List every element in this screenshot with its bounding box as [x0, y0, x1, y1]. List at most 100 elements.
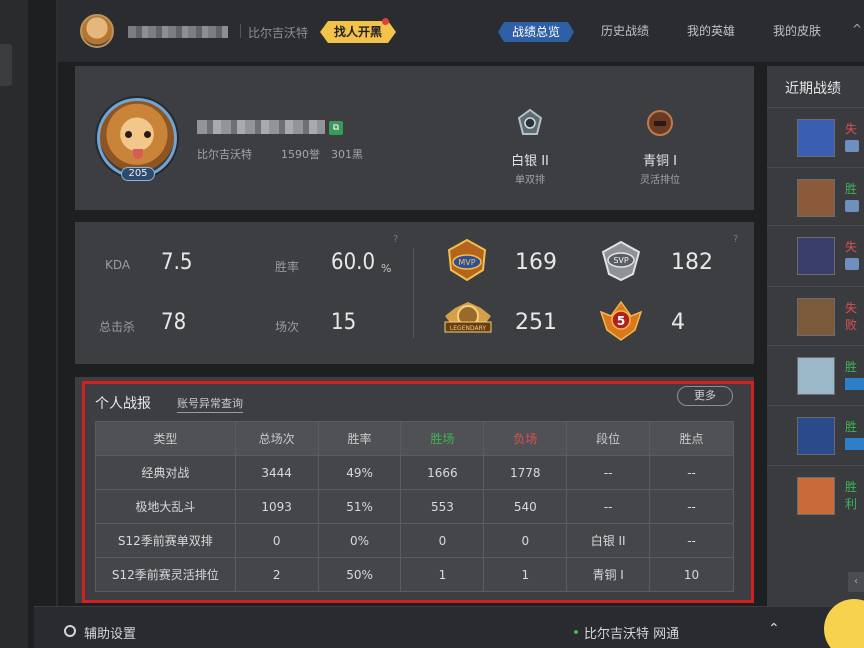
corner-button[interactable]	[824, 599, 864, 648]
frame-edge	[56, 0, 58, 648]
list-item[interactable]: 失败	[767, 286, 864, 344]
kda-label: KDA	[105, 258, 131, 272]
tab-skins[interactable]: 我的皮肤	[773, 22, 821, 39]
top-bar: 比尔吉沃特 找人开黑 战绩总览 历史战绩 我的英雄 我的皮肤 ^	[58, 0, 864, 62]
more-button[interactable]: 更多	[677, 386, 733, 406]
list-item[interactable]: 胜利	[767, 465, 864, 523]
personal-report-panel: 个人战报 账号异常查询 更多 类型 总场次 胜率 胜场 负场 段位 胜点 经典对…	[75, 377, 754, 603]
table-cell: 1093	[234, 489, 319, 524]
table-cell: 50%	[317, 557, 402, 592]
games-value: 15	[331, 310, 357, 335]
penta-count: 4	[671, 310, 685, 335]
table-cell: --	[649, 523, 734, 558]
legendary-badge-icon: LEGENDARY	[444, 302, 492, 333]
rank-solo: 白银 II 单双排	[490, 108, 570, 186]
blurred-username	[128, 26, 228, 38]
user-avatar[interactable]	[80, 14, 114, 48]
tab-history[interactable]: 历史战绩	[601, 22, 649, 39]
list-item[interactable]: 失败	[767, 225, 864, 283]
chevron-up-icon[interactable]: ⌃	[768, 621, 780, 637]
avatar-eye	[125, 131, 132, 138]
list-item[interactable]: 失败	[767, 107, 864, 165]
penta-kill-badge-text: 5	[617, 314, 625, 328]
svp-badge-text: SVP	[613, 256, 629, 265]
games-label: 场次	[275, 320, 300, 334]
penta-kill-badge-icon: 5	[599, 300, 643, 341]
account-anomaly-link[interactable]: 账号异常查询	[177, 395, 243, 413]
copy-icon[interactable]: ⧉	[329, 121, 343, 135]
mvp-badge-icon: MVP	[447, 238, 487, 282]
tab-heroes[interactable]: 我的英雄	[687, 22, 735, 39]
table-cell: 经典对战	[95, 455, 236, 490]
mvp-badge-text: MVP	[458, 258, 475, 267]
table-cell: 51%	[317, 489, 402, 524]
table-cell: S12季前赛单双排	[95, 523, 236, 558]
avatar-tongue	[133, 149, 143, 159]
recent-matches-panel: 近期战绩 失败 胜利 失败 失败 胜利 胜利 胜利	[767, 66, 864, 606]
rank-tier: 白银 II	[511, 154, 549, 169]
kills-value: 78	[161, 310, 187, 335]
report-title: 个人战报	[95, 396, 151, 412]
kda-value: 7.5	[161, 250, 193, 275]
honor-count: 1590誉	[281, 148, 320, 161]
champion-icon	[797, 119, 835, 157]
rank-tier: 青铜 I	[643, 154, 677, 169]
table-row: 极地大乱斗 1093 51% 553 540 -- --	[95, 489, 734, 524]
scroll-left-icon[interactable]: ‹	[848, 572, 864, 592]
table-cell: 青铜 I	[566, 557, 651, 592]
svp-count: 182	[671, 250, 713, 275]
assist-settings-button[interactable]: 辅助设置	[84, 623, 136, 642]
divider	[240, 24, 241, 38]
list-item[interactable]: 胜利	[767, 345, 864, 403]
table-cell: 1666	[400, 455, 485, 490]
table-cell: --	[649, 455, 734, 490]
list-item[interactable]: 胜利	[767, 167, 864, 225]
legendary-badge-text: LEGENDARY	[450, 325, 486, 332]
table-cell: 0%	[317, 523, 402, 558]
gear-icon	[64, 625, 76, 637]
chevron-up-icon[interactable]: ^	[852, 22, 862, 36]
table-cell: 49%	[317, 455, 402, 490]
winrate-value: 60.0	[331, 250, 376, 275]
help-icon[interactable]: ?	[393, 234, 398, 245]
table-cell: 10	[649, 557, 734, 592]
divider	[413, 248, 414, 338]
winrate-unit: %	[381, 262, 392, 275]
tab-overview[interactable]: 战绩总览	[498, 22, 574, 42]
black-count: 301黑	[331, 148, 363, 161]
champion-icon	[797, 417, 835, 455]
rank-queue: 灵活排位	[640, 175, 680, 186]
table-header-row: 类型 总场次 胜率 胜场 负场 段位 胜点	[95, 421, 734, 456]
table-cell: 1	[483, 557, 568, 592]
level-badge: 205	[121, 167, 155, 181]
svp-badge-icon: SVP	[601, 240, 641, 282]
table-cell: S12季前赛灵活排位	[95, 557, 236, 592]
table-cell: --	[566, 455, 651, 490]
network-status: 比尔吉沃特 网通	[584, 627, 680, 642]
mode-icon	[845, 438, 864, 450]
column-header: 胜率	[317, 421, 402, 456]
table-cell: 0	[483, 523, 568, 558]
recent-title: 近期战绩	[785, 81, 841, 97]
profile-server: 比尔吉沃特	[197, 148, 252, 161]
stats-panel: KDA 7.5 胜率 60.0 % ? 总击杀 78 场次 15 MVP 169…	[75, 222, 754, 364]
column-header: 胜点	[649, 421, 734, 456]
help-icon[interactable]: ?	[733, 234, 738, 245]
notification-dot	[382, 18, 389, 25]
table-row: S12季前赛单双排 0 0% 0 0 白银 II --	[95, 523, 734, 558]
champion-icon	[797, 298, 835, 336]
mode-icon	[845, 378, 864, 390]
rank-flex: 青铜 I 灵活排位	[620, 108, 700, 186]
table-cell: 553	[400, 489, 485, 524]
list-item[interactable]: 胜利	[767, 405, 864, 463]
table-row: 经典对战 3444 49% 1666 1778 -- --	[95, 455, 734, 490]
table-cell: 3444	[234, 455, 319, 490]
mvp-count: 169	[515, 250, 557, 275]
blurred-summoner-name	[197, 120, 325, 134]
profile-avatar	[97, 98, 177, 178]
report-table: 类型 总场次 胜率 胜场 负场 段位 胜点 经典对战 3444 49% 1666…	[95, 421, 734, 592]
side-tab[interactable]	[0, 44, 12, 86]
table-row: S12季前赛灵活排位 2 50% 1 1 青铜 I 10	[95, 557, 734, 592]
avatar-eye	[144, 131, 151, 138]
table-cell: --	[649, 489, 734, 524]
